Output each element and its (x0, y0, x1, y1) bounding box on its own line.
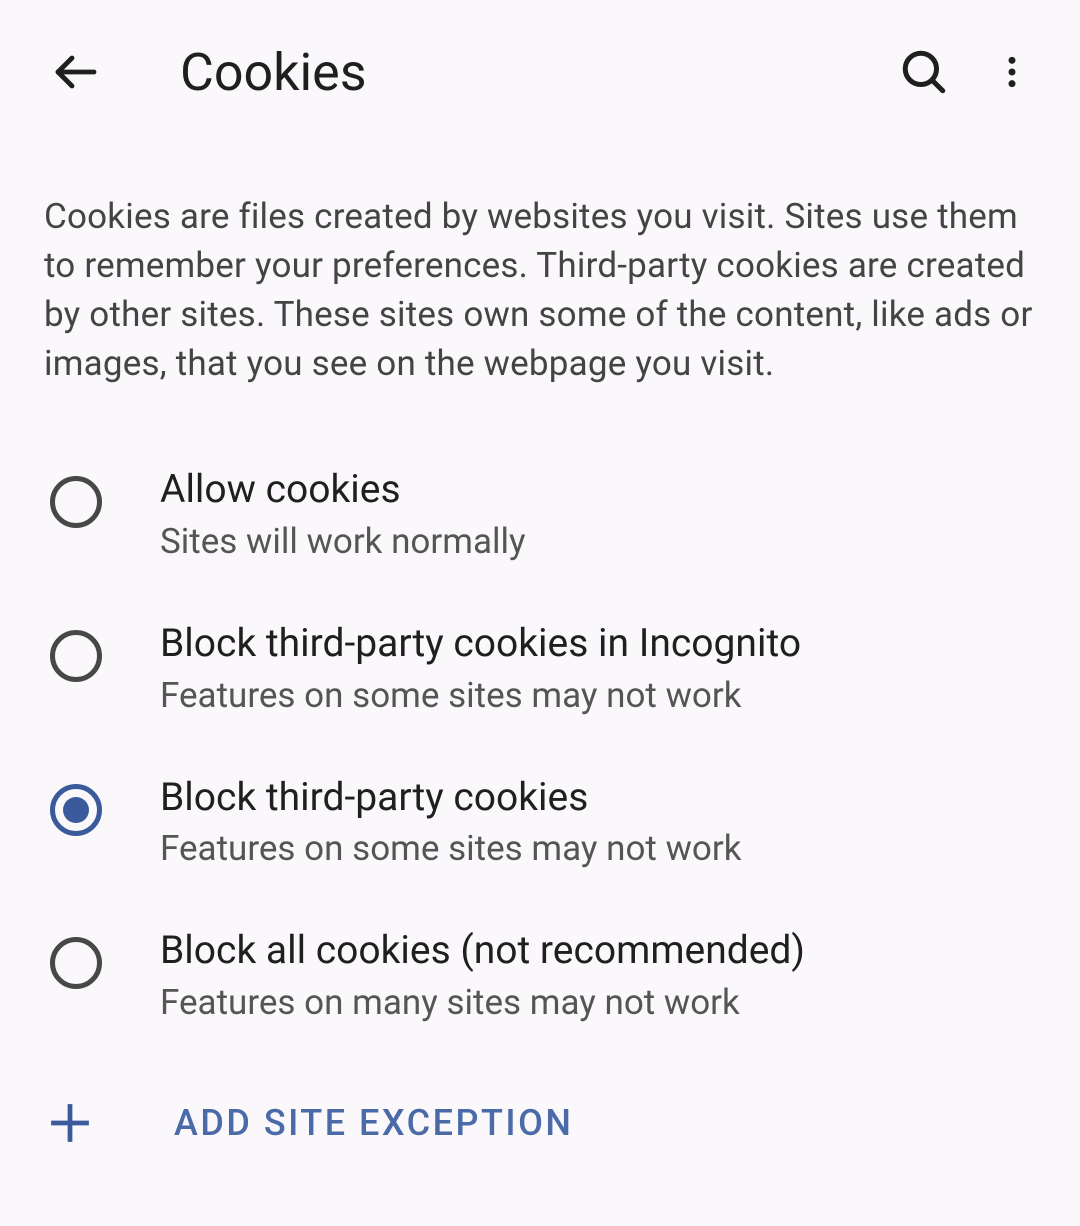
radio-button[interactable] (50, 937, 102, 989)
description-text: Cookies are files created by websites yo… (0, 144, 1080, 412)
option-title: Block third-party cookies (160, 774, 741, 821)
radio-button[interactable] (50, 630, 102, 682)
option-title: Block all cookies (not recommended) (160, 927, 805, 974)
add-site-exception-label: ADD SITE EXCEPTION (174, 1102, 573, 1144)
option-subtitle: Sites will work normally (160, 521, 526, 562)
option-subtitle: Features on some sites may not work (160, 675, 801, 716)
cookie-option[interactable]: Block all cookies (not recommended) Featu… (0, 913, 1080, 1067)
option-text: Block all cookies (not recommended) Featu… (160, 927, 805, 1023)
more-button[interactable] (968, 28, 1056, 116)
arrow-left-icon (52, 48, 100, 96)
add-site-exception-button[interactable]: ADD SITE EXCEPTION (0, 1067, 1080, 1189)
back-button[interactable] (32, 28, 120, 116)
radio-button[interactable] (50, 476, 102, 528)
option-subtitle: Features on some sites may not work (160, 828, 741, 869)
app-bar: Cookies (0, 0, 1080, 144)
option-subtitle: Features on many sites may not work (160, 982, 805, 1023)
option-title: Block third-party cookies in Incognito (160, 620, 801, 667)
radio-button[interactable] (50, 784, 102, 836)
cookie-option[interactable]: Allow cookies Sites will work normally (0, 452, 1080, 606)
search-icon (899, 47, 949, 97)
option-text: Block third-party cookies Features on som… (160, 774, 741, 870)
more-vert-icon (992, 52, 1032, 92)
option-text: Allow cookies Sites will work normally (160, 466, 526, 562)
cookie-option[interactable]: Block third-party cookies in Incognito Fe… (0, 606, 1080, 760)
cookie-options-group: Allow cookies Sites will work normally Blo… (0, 412, 1080, 1067)
cookie-option[interactable]: Block third-party cookies Features on som… (0, 760, 1080, 914)
page-title: Cookies (180, 42, 880, 103)
search-button[interactable] (880, 28, 968, 116)
option-text: Block third-party cookies in Incognito Fe… (160, 620, 801, 716)
option-title: Allow cookies (160, 466, 526, 513)
plus-icon (44, 1097, 96, 1149)
